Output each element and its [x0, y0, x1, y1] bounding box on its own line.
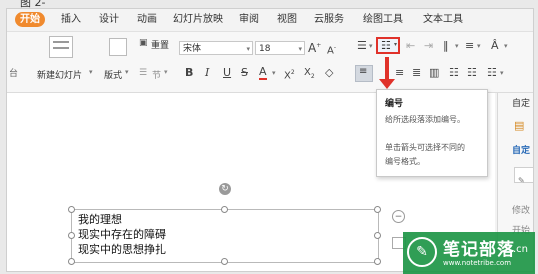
numbered-list-icon: ☷ [381, 39, 391, 52]
numbered-list-button[interactable]: ☷ ▾ [376, 37, 400, 54]
vertical-align-chevron-icon[interactable]: ▾ [500, 69, 504, 77]
font-size-chevron-icon: ▾ [298, 45, 302, 53]
layout-dropdown-icon[interactable]: ▾ [125, 68, 129, 76]
red-arrow-shaft [385, 57, 389, 81]
reset-button[interactable]: 重置 [151, 38, 169, 51]
text-line-2: 现实中存在的障碍 [78, 228, 166, 241]
watermark-url: www.notetribe.com [443, 259, 512, 267]
align-right-icon[interactable]: ≡ [395, 66, 404, 80]
tooltip-title: 编号 [385, 99, 404, 109]
watermark-title: 笔记部落 [443, 240, 515, 260]
watermark-logo: ✎ 笔记部落 .cn www.notetribe.com [403, 232, 535, 274]
resize-handle-se[interactable] [374, 258, 381, 265]
resize-handle-n[interactable] [221, 206, 228, 213]
section-button[interactable]: 节 [152, 68, 161, 81]
bold-icon[interactable]: B [185, 66, 193, 80]
ribbon-cut-label: 台 [9, 69, 19, 79]
bullet-list-chevron-icon[interactable]: ▾ [369, 42, 373, 50]
numbered-list-chevron-icon[interactable]: ▾ [394, 41, 397, 48]
line-spacing-chevron-icon[interactable]: ▾ [477, 42, 481, 50]
collapse-icon[interactable]: − [392, 210, 405, 223]
tab-slideshow[interactable]: 幻灯片放映 [173, 13, 223, 27]
tab-start[interactable]: 开始 [15, 12, 45, 27]
rotate-handle-icon[interactable]: ↻ [219, 183, 231, 195]
columns-icon[interactable]: ‖ [443, 39, 449, 53]
tab-text-tools[interactable]: 文本工具 [423, 13, 463, 27]
columns-chevron-icon[interactable]: ▾ [455, 42, 459, 50]
text-direction-chevron-icon[interactable]: ▾ [504, 42, 508, 50]
resize-handle-w[interactable] [68, 232, 75, 239]
task-pane-title: 自定 [512, 99, 531, 109]
task-pane-section: 自定 [512, 146, 531, 156]
section-dropdown-icon[interactable]: ▾ [164, 68, 168, 76]
font-name-chevron-icon: ▾ [246, 45, 250, 53]
numbering-tooltip: 编号 给所选段落添加编号。 单击箭头可选择不同的 编号格式。 [376, 89, 488, 177]
resize-handle-e[interactable] [374, 232, 381, 239]
tooltip-line1: 给所选段落添加编号。 [385, 115, 465, 124]
distribute-icon[interactable]: ▥ [429, 66, 439, 80]
increase-indent-icon[interactable]: ⇥ [424, 39, 433, 53]
shrink-font-icon[interactable]: A- [327, 41, 336, 58]
new-slide-icon[interactable] [49, 36, 73, 58]
task-pane-field[interactable]: ✎ [514, 167, 533, 185]
font-size-value: 18 [259, 44, 271, 54]
tab-drawing-tools[interactable]: 绘图工具 [363, 13, 403, 27]
bullet-list-icon[interactable]: ☰ [357, 39, 367, 53]
font-color-chevron-icon[interactable]: ▾ [272, 69, 276, 77]
pen-icon: ✎ [518, 176, 525, 185]
resize-handle-ne[interactable] [374, 206, 381, 213]
new-slide-dropdown-icon[interactable]: ▾ [89, 68, 93, 76]
red-arrow-head-icon [379, 79, 395, 89]
tooltip-line2: 单击箭头可选择不同的 [385, 143, 465, 152]
new-slide-button[interactable]: 新建幻灯片 [37, 68, 82, 81]
layout-button[interactable]: 版式 [104, 68, 122, 81]
vertical-align-icon[interactable]: ☷ [449, 66, 459, 80]
section-icon[interactable]: ☰ [139, 68, 147, 78]
resize-handle-nw[interactable] [68, 206, 75, 213]
text-box[interactable]: 我的理想 现实中存在的障碍 现实中的思想挣扎 [68, 206, 381, 265]
decrease-indent-icon[interactable]: ⇤ [406, 39, 415, 53]
task-pane-modify: 修改 [512, 206, 531, 216]
underline-icon[interactable]: U [223, 66, 231, 80]
leaf-icon: ✎ [407, 237, 437, 267]
font-color-icon[interactable]: A [259, 66, 267, 80]
tab-cloud[interactable]: 云服务 [314, 13, 344, 27]
strikethrough-icon[interactable]: S [241, 66, 248, 80]
italic-icon[interactable]: I [205, 66, 209, 80]
tab-animation[interactable]: 动画 [137, 13, 157, 27]
align-left-button[interactable]: ≡ [355, 65, 373, 82]
font-name-value: 宋体 [183, 44, 202, 54]
justify-icon[interactable]: ≣ [412, 66, 421, 80]
vertical-bottom-icon[interactable]: ☷ [487, 66, 497, 80]
align-left-icon: ≡ [359, 66, 368, 77]
tooltip-line3: 编号格式。 [385, 157, 425, 166]
tab-view[interactable]: 视图 [277, 13, 297, 27]
ribbon: 台 新建幻灯片 ▾ 版式 ▾ ▣ 重置 ☰ 节 ▾ 宋体 ▾ 18 ▾ A+ A… [7, 32, 533, 93]
resize-handle-s[interactable] [221, 258, 228, 265]
tab-design[interactable]: 设计 [99, 13, 119, 27]
resize-handle-sw[interactable] [68, 258, 75, 265]
watermark-suffix: .cn [513, 244, 529, 255]
superscript-icon[interactable]: X2 [284, 66, 295, 83]
menu-bar: 开始 插入 设计 动画 幻灯片放映 审阅 视图 云服务 绘图工具 文本工具 [7, 9, 533, 32]
font-name-select[interactable]: 宋体 ▾ [179, 41, 253, 55]
vertical-center-icon[interactable]: ☷ [467, 66, 477, 80]
font-size-select[interactable]: 18 ▾ [255, 41, 305, 55]
task-pane-icon[interactable]: ▤ [514, 119, 524, 133]
grow-font-icon[interactable]: A+ [308, 39, 321, 55]
line-spacing-icon[interactable]: ≡ [465, 39, 474, 53]
reset-icon[interactable]: ▣ [139, 38, 148, 48]
text-line-1: 我的理想 [78, 213, 122, 226]
text-direction-icon[interactable]: Â [491, 39, 499, 53]
subscript-icon[interactable]: X2 [304, 66, 315, 84]
text-box-content[interactable]: 我的理想 现实中存在的障碍 现实中的思想挣扎 [78, 212, 166, 257]
text-line-3: 现实中的思想挣扎 [78, 243, 166, 256]
tab-review[interactable]: 审阅 [239, 13, 259, 27]
clear-format-icon[interactable]: ◇ [325, 66, 333, 80]
tab-insert[interactable]: 插入 [61, 13, 81, 27]
layout-icon[interactable] [109, 38, 127, 56]
